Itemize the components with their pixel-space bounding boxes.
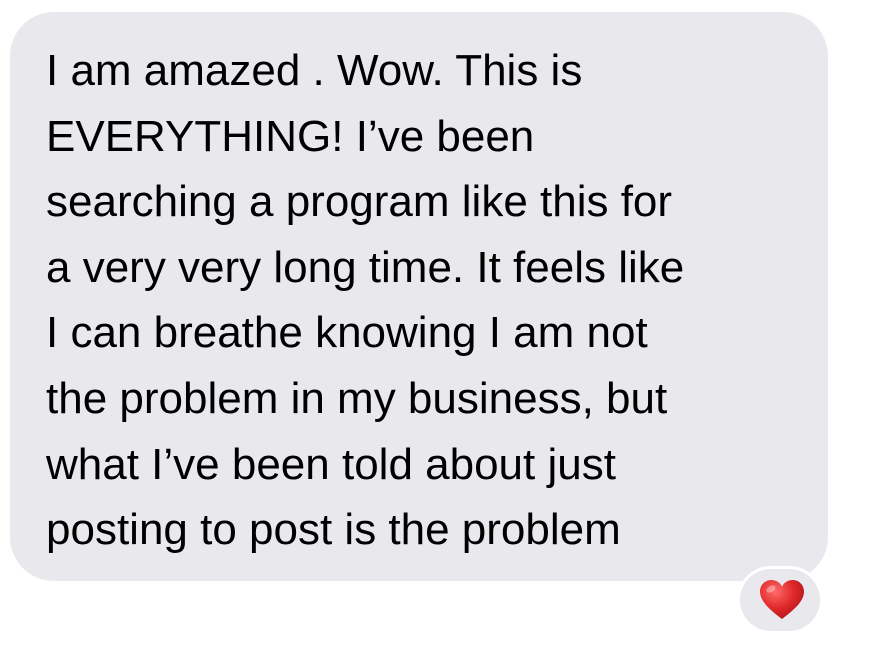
message-line: the problem in my business, but [46,373,668,423]
message-line: searching a program like this for [46,177,673,227]
message-text: I am amazed . Wow. This is EVERYTHING! I… [46,38,826,563]
message-line: what I’ve been told about just [46,439,616,489]
message-line: I am amazed . Wow. This is [46,46,583,95]
message-line: a very very long time. It feels like [46,242,685,292]
message-line: posting to post is the problem [46,505,621,555]
tapback-reaction[interactable] [737,566,823,634]
message-line: I can breathe knowing I am not [46,308,648,358]
message-line: EVERYTHING! I’ve been [46,111,535,161]
heart-icon [760,580,804,619]
